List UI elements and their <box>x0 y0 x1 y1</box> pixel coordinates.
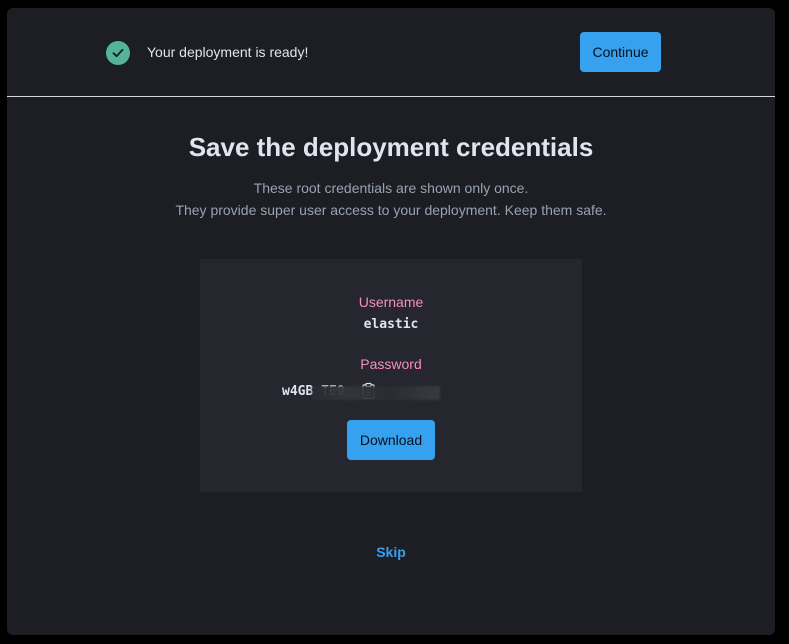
ready-message: Your deployment is ready! <box>147 44 309 60</box>
subtitle-line-2: They provide super user access to your d… <box>175 202 607 218</box>
subtitle-line-1: These root credentials are shown only on… <box>253 180 529 196</box>
username-value: elastic <box>363 317 419 332</box>
deployment-modal: Your deployment is ready! Continue Save … <box>7 8 775 635</box>
download-button[interactable]: Download <box>347 420 435 460</box>
password-label: Password <box>360 356 422 372</box>
password-redaction <box>312 385 440 400</box>
check-circle-icon <box>106 41 130 65</box>
skip-link[interactable]: Skip <box>7 544 775 560</box>
username-label: Username <box>358 294 424 310</box>
password-row: w4GB TE0 <box>282 381 440 401</box>
page-title: Save the deployment credentials <box>188 132 594 162</box>
password-value-wrapper: w4GB TE0 <box>282 384 440 400</box>
success-banner: Your deployment is ready! Continue <box>7 8 775 97</box>
continue-button[interactable]: Continue <box>580 32 661 72</box>
credentials-panel: Username elastic Password w4GB TE0 Do <box>200 259 582 492</box>
